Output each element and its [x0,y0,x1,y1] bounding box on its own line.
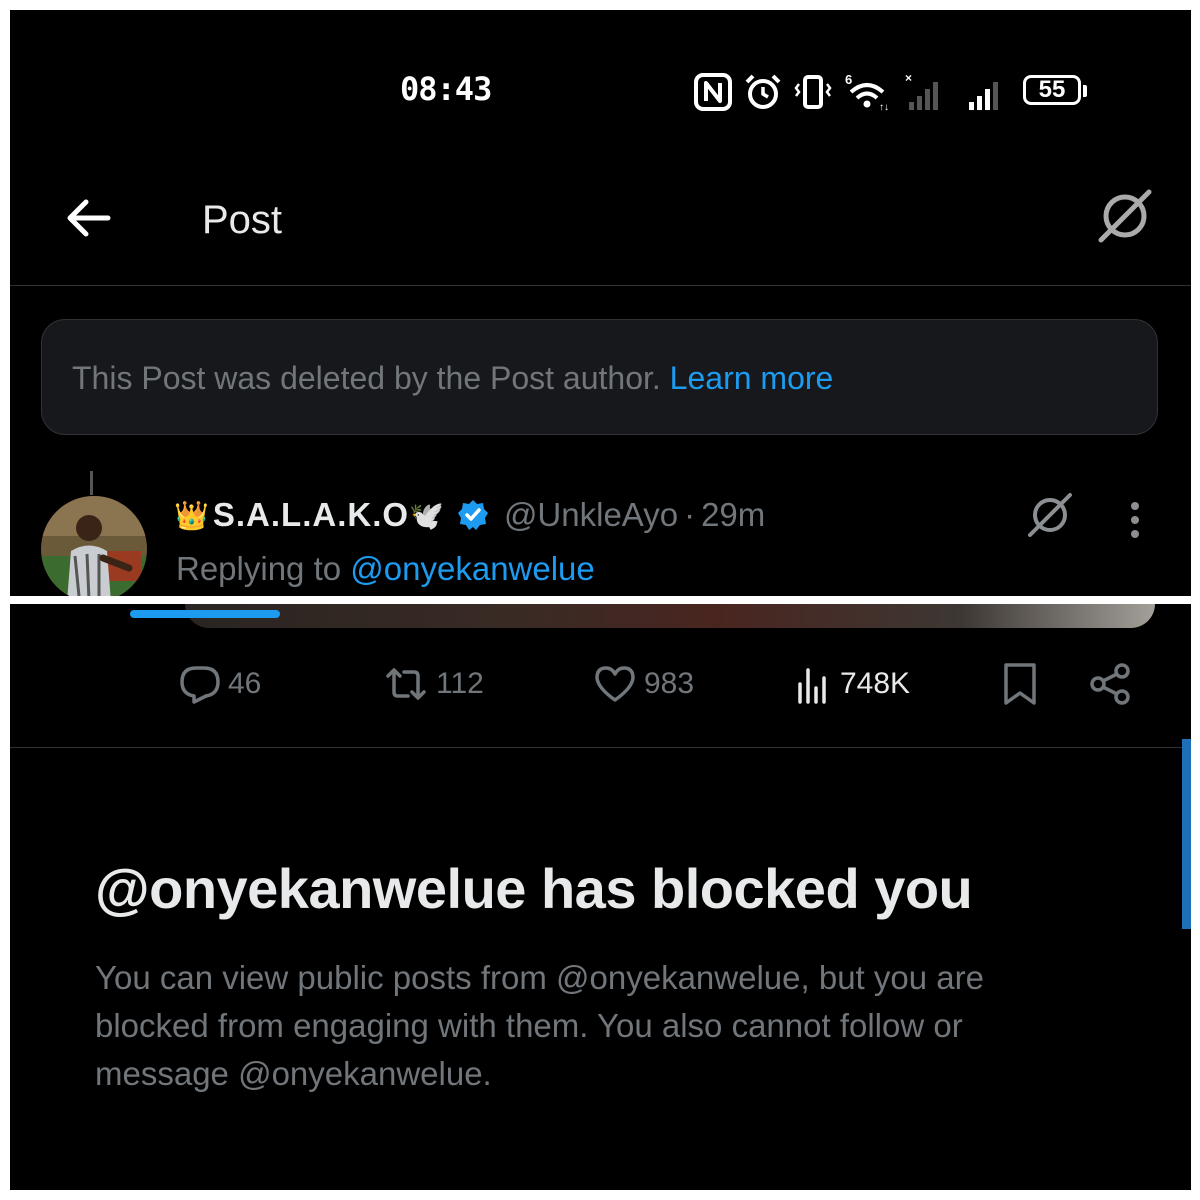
heart-icon [595,666,635,702]
tweet-grok-button[interactable] [1025,490,1075,540]
like-count: 983 [644,667,695,700]
deleted-notice-text: This Post was deleted by the Post author… [72,360,661,396]
alarm-icon [745,74,781,109]
replying-to-handle[interactable]: @onyekanwelue [350,550,595,587]
back-button[interactable] [60,190,116,246]
verified-badge-icon [457,500,488,530]
author-name[interactable]: S.A.L.A.K.O [213,496,409,534]
avatar-image [41,496,147,596]
post-screen-bottom: 46 112 983 748K @onyekanwelue has blocke… [10,604,1191,1190]
reply-icon [180,666,220,704]
reply-button[interactable]: 46 [178,656,261,712]
post-media[interactable] [185,604,1155,628]
like-button[interactable]: 983 [592,656,694,712]
post-actions-bar: 46 112 983 748K [10,656,1191,712]
reply-count: 46 [228,667,262,700]
signal-icon: × [905,72,938,110]
replying-to: Replying to @onyekanwelue [176,550,595,588]
post-screen-top: 08:43 6 ↑↓ × 55 Post This Post was delet… [10,10,1191,596]
crown-emoji: 👑 [174,499,209,531]
deleted-post-notice: This Post was deleted by the Post author… [41,319,1158,435]
arrow-left-icon [67,199,111,237]
avatar[interactable] [41,496,147,596]
page-title: Post [202,198,283,242]
battery-level: 55 [1038,76,1066,103]
blocked-description: You can view public posts from @onyekanw… [95,959,984,1092]
meta-separator: · [684,496,696,533]
repost-icon [386,668,426,700]
repost-button[interactable]: 112 [382,656,484,712]
grok-button[interactable] [1095,186,1155,246]
nfc-icon [694,73,732,111]
blocked-title: @onyekanwelue has blocked you [95,857,973,920]
battery-icon: 55 [1023,75,1089,109]
grok-icon [1098,189,1152,243]
analytics-icon [798,668,826,704]
more-options-button[interactable] [1120,496,1150,546]
header-divider [10,285,1191,286]
share-button[interactable] [1088,656,1134,712]
bookmark-icon [1004,663,1036,705]
signal-icon [969,82,998,110]
svg-text:×: × [905,72,912,85]
repost-count: 112 [436,667,484,700]
scrollbar[interactable] [1182,739,1191,929]
svg-text:6: 6 [845,72,852,87]
replying-to-label: Replying to [176,550,342,587]
vibrate-icon [794,75,832,109]
status-time: 08:43 [400,70,492,108]
grok-icon [1028,493,1072,537]
views-button[interactable]: 748K [794,656,910,712]
scroll-indicator [130,610,280,618]
author-handle[interactable]: @UnkleAyo [504,496,678,534]
more-vertical-icon [1131,502,1139,538]
dove-emoji: 🕊️ [409,499,444,531]
svg-text:↑↓: ↑↓ [879,102,889,112]
wifi-icon: 6 ↑↓ [845,72,889,112]
status-icons: 6 ↑↓ × 55 [693,72,1089,112]
thread-line [90,471,93,495]
tweet-author-row: 👑 S.A.L.A.K.O 🕊️ @UnkleAyo · 29m [174,496,765,534]
bookmark-button[interactable] [1000,656,1040,712]
actions-divider [10,747,1191,748]
post-time: 29m [701,496,766,533]
views-count: 748K [840,667,911,700]
learn-more-link[interactable]: Learn more [670,360,834,396]
share-icon [1090,663,1130,705]
